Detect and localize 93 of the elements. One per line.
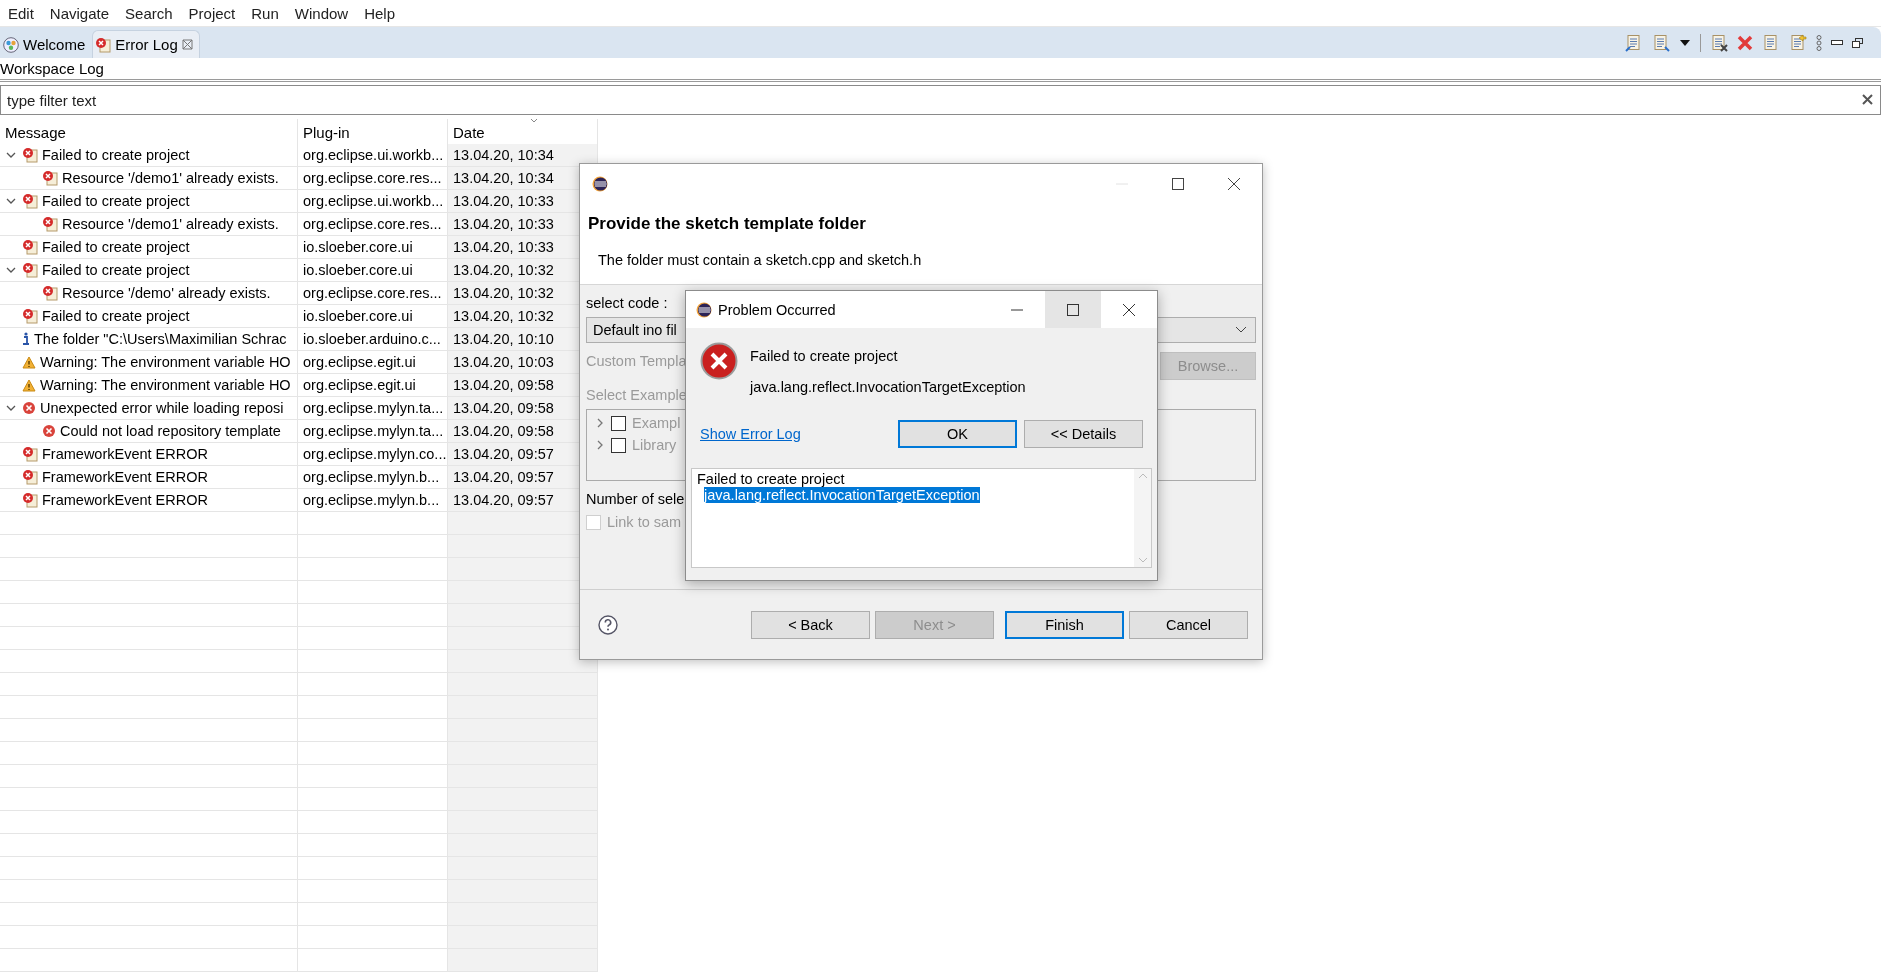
message-text: FrameworkEvent ERROR [42, 469, 208, 485]
open-log-icon[interactable] [1789, 33, 1807, 52]
error-log-entry-icon [95, 36, 112, 53]
message-text: Failed to create project [42, 308, 190, 324]
minimize-icon[interactable] [1831, 40, 1843, 45]
error-log-entry-icon [22, 262, 38, 278]
error-log-entry-icon [22, 308, 38, 324]
error-message: Failed to create project [750, 348, 899, 364]
message-text: Resource '/demo' already exists. [62, 285, 271, 301]
error-icon [700, 342, 738, 380]
error-log-entry-icon [42, 285, 58, 301]
wizard-description: The folder must contain a sketch.cpp and sketch.h [597, 252, 923, 268]
checkbox[interactable] [611, 415, 626, 431]
message-text: Failed to create project [42, 193, 190, 209]
import-log-icon[interactable] [1652, 33, 1670, 52]
clear-log-icon[interactable] [1710, 33, 1728, 52]
view-title: Workspace Log [0, 58, 1881, 82]
error-log-entry-icon [42, 170, 58, 186]
wizard-button[interactable]: Cancel [1129, 610, 1248, 639]
menu-item[interactable]: Window [286, 4, 357, 22]
close-icon[interactable] [1228, 178, 1240, 190]
error-log-entry-icon [22, 239, 38, 255]
message-text: Resource '/demo1' already exists. [62, 170, 279, 186]
dropdown-arrow-icon[interactable] [1679, 38, 1691, 47]
wizard-button[interactable]: < Back [751, 610, 870, 639]
column-header[interactable]: Message [0, 119, 298, 144]
expand-chevron-icon[interactable] [6, 150, 16, 160]
maximize-icon[interactable] [1067, 303, 1079, 316]
field-label: Custom Templa [586, 352, 687, 371]
expand-chevron-icon[interactable] [6, 196, 16, 206]
error-log-entry-icon [22, 147, 38, 163]
welcome-icon [3, 36, 19, 53]
menu-item[interactable]: Search [117, 4, 181, 22]
error-log-entry-icon [22, 446, 38, 462]
message-text: Failed to create project [42, 262, 190, 278]
filter-field[interactable]: type filter text [0, 85, 1881, 115]
menu-item[interactable]: Project [180, 4, 244, 22]
view-tab[interactable]: Welcome [0, 30, 93, 58]
dialog-title: Problem Occurred [718, 301, 836, 318]
expand-chevron-icon[interactable] [6, 265, 16, 275]
date-cell: 13.04.20, 10:34 [448, 144, 598, 167]
field-label: Number of sele [586, 490, 685, 509]
column-header[interactable]: Plug-in [298, 119, 448, 144]
wizard-button[interactable]: Finish [1005, 610, 1124, 639]
warning-icon [22, 378, 36, 392]
message-text: Unexpected error while loading reposi [40, 400, 284, 416]
clear-icon[interactable] [1862, 94, 1873, 105]
dialog-button[interactable]: OK [898, 420, 1017, 448]
error-icon [22, 401, 36, 415]
tab-label: Welcome [23, 36, 86, 53]
error-log-entry-icon [22, 469, 38, 485]
menu-item[interactable]: Edit [0, 4, 42, 22]
message-text: Warning: The environment variable HO [40, 377, 291, 393]
eclipse-logo-icon [592, 176, 608, 192]
expand-chevron-icon[interactable] [6, 403, 16, 413]
document-icon[interactable] [1762, 33, 1780, 52]
error-log-entry-icon [42, 216, 58, 232]
show-error-log-link[interactable]: Show Error Log [700, 426, 801, 442]
details-text-area[interactable]: Failed to create project java.lang.reflect.InvocationTargetException [691, 468, 1152, 568]
details-line: Failed to create project [697, 471, 845, 487]
info-icon [22, 332, 30, 346]
error-log-entry-icon [22, 492, 38, 508]
restore-icon[interactable] [1852, 37, 1863, 48]
exception-text: java.lang.reflect.InvocationTargetException [750, 379, 1026, 395]
error-icon [42, 424, 56, 438]
menu-item[interactable]: Run [243, 4, 287, 22]
message-text: Warning: The environment variable HO [40, 354, 291, 370]
eclipse-logo-icon [696, 301, 712, 318]
checkbox-label: Link to sam [607, 514, 682, 530]
message-text: FrameworkEvent ERROR [42, 492, 208, 508]
message-text: Could not load repository template [60, 423, 281, 439]
help-icon[interactable] [598, 614, 618, 635]
chevron-down-icon [1235, 326, 1247, 334]
export-log-icon[interactable] [1625, 33, 1643, 52]
warning-icon [22, 355, 36, 369]
dialog-button[interactable]: << Details [1024, 420, 1143, 448]
delete-icon[interactable] [1737, 34, 1753, 51]
collapse-chevron-icon[interactable] [595, 418, 605, 428]
message-text: The folder "C:\Users\Maximilian Schrac [34, 331, 287, 347]
message-text: Failed to create project [42, 147, 190, 163]
tab-label: Error Log [115, 36, 178, 53]
close-icon[interactable] [1123, 303, 1135, 316]
message-text: FrameworkEvent ERROR [42, 446, 208, 462]
collapse-chevron-icon[interactable] [595, 440, 605, 450]
menu-item[interactable]: Help [356, 4, 404, 22]
error-log-entry-icon [22, 193, 38, 209]
message-text: Failed to create project [42, 239, 190, 255]
menu-item[interactable]: Navigate [41, 4, 118, 22]
checkbox[interactable] [611, 437, 626, 453]
maximize-icon[interactable] [1172, 178, 1184, 190]
message-text: Resource '/demo1' already exists. [62, 216, 279, 232]
view-tab[interactable]: Error Log [92, 30, 200, 58]
view-menu-icon[interactable] [1816, 34, 1822, 51]
